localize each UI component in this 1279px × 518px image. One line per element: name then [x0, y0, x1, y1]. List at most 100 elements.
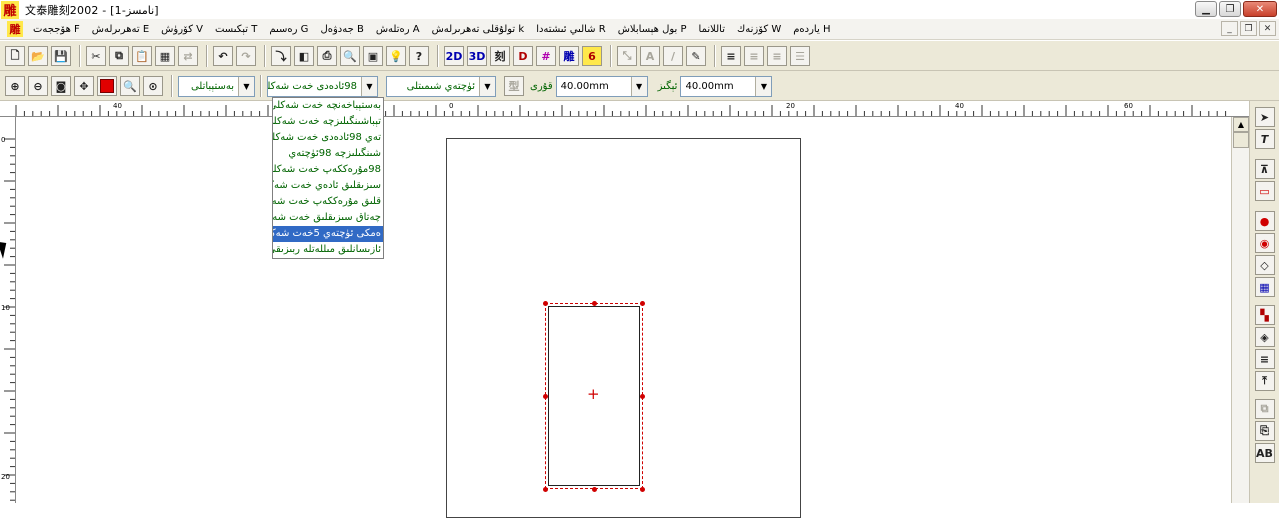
close-button[interactable]: ✕ [1243, 1, 1277, 17]
scroll-up-button[interactable]: ▲ [1233, 117, 1249, 132]
fill-tool[interactable]: ◈ [1254, 327, 1275, 347]
font-option[interactable]: ئازىسانلىق مىللەتلە ربىزىقى [273, 242, 383, 258]
align-center-button[interactable]: ≡ [744, 46, 764, 66]
pan-button[interactable]: ✥ [74, 76, 94, 96]
font-option[interactable]: بەستېباخەنچە خەت شەكلى [273, 98, 383, 114]
effect-tool[interactable]: ● [1254, 211, 1275, 231]
zoom-actual-button[interactable]: ⊙ [143, 76, 163, 96]
copy-button[interactable]: ⧉ [109, 46, 129, 66]
menu-item[interactable]: بول ھېسابلاش P [612, 20, 693, 39]
text-style-button[interactable]: 型 [504, 76, 524, 96]
menu-item[interactable]: رەسىم G [263, 20, 314, 39]
select-tool[interactable]: ➤ [1254, 107, 1275, 127]
menu-item[interactable]: تېكىست T [209, 20, 263, 39]
zoom-out-button[interactable]: ⊖ [28, 76, 48, 96]
undo-button[interactable]: ↶ [213, 46, 233, 66]
layout-button[interactable]: ▣ [363, 46, 383, 66]
font-option[interactable]: تەي 98ئادەدى خەت شەكلى [273, 130, 383, 146]
zoom-page-button[interactable]: ◙ [51, 76, 71, 96]
rectangle-tool[interactable]: ▭ [1254, 181, 1275, 201]
print-button[interactable]: ⎙ [317, 46, 337, 66]
chevron-down-icon[interactable]: ▼ [479, 76, 495, 96]
redo-button[interactable]: ↷ [236, 46, 256, 66]
format-painter-button[interactable]: ⇄ [178, 46, 198, 66]
resize-handle[interactable] [592, 487, 597, 492]
doc-restore-button[interactable]: ❐ [1240, 21, 1257, 36]
resize-handle[interactable] [640, 301, 645, 306]
resize-handle[interactable] [640, 394, 645, 399]
height-combo[interactable]: 40.00mm ▼ [680, 75, 773, 97]
text-tool[interactable]: T [1254, 129, 1275, 149]
table-tool[interactable]: ▦ [1254, 277, 1275, 297]
font-option[interactable]: 98مۇرەككەپ خەت شەكلى [273, 162, 383, 178]
width-combo[interactable]: 40.00mm ▼ [555, 75, 648, 97]
scroll-thumb[interactable] [1233, 132, 1249, 148]
font-option[interactable]: چەتاق سىزىقلىق خەت شەكلى [273, 210, 383, 226]
italic-button[interactable]: / [663, 46, 683, 66]
text-box-button[interactable]: A [640, 46, 660, 66]
font-replace-tool[interactable]: AB [1254, 443, 1275, 463]
scan-button[interactable]: ◧ [294, 46, 314, 66]
cut-button[interactable]: ✂ [86, 46, 106, 66]
font-option[interactable]: شىنگىلىزچە 98ئۈچتەي [273, 146, 383, 162]
import-image-tool[interactable]: ⎘ [1254, 421, 1275, 441]
open-button[interactable]: 📂 [28, 46, 48, 66]
shape-tool[interactable]: ◇ [1254, 255, 1275, 275]
3d-button[interactable]: 3D [467, 46, 487, 66]
menu-item[interactable]: تەھرىرلەش E [86, 20, 155, 39]
font-combo[interactable]: 98ئادەدى خەت شەكلى ▼ [267, 75, 378, 97]
edit-text-button[interactable]: ✎ [686, 46, 706, 66]
center-cross-icon[interactable]: + [587, 387, 600, 402]
resize-handle[interactable] [543, 487, 548, 492]
new-button[interactable]: 🗋 [5, 46, 25, 66]
engrave-button[interactable]: D [513, 46, 533, 66]
resize-handle[interactable] [640, 487, 645, 492]
menu-item[interactable]: كۆزنەك W [731, 20, 787, 39]
text-path-button[interactable]: ⤡ [617, 46, 637, 66]
doc-minimize-button[interactable]: _ [1221, 21, 1238, 36]
style-combo[interactable]: بەستېباتلى ▼ [178, 75, 255, 97]
menu-item[interactable]: جەدۋەل B [314, 20, 369, 39]
font-option[interactable]: تېباشىنگىلىزچە خەت شەكلى [273, 114, 383, 130]
chevron-down-icon[interactable]: ▼ [755, 76, 772, 96]
menu-item[interactable]: تولۇقلى تەھرىرلەش k [426, 20, 531, 39]
chevron-down-icon[interactable]: ▼ [630, 76, 647, 96]
chevron-down-icon[interactable]: ▼ [361, 76, 377, 96]
layers-tool[interactable]: ⧉ [1254, 399, 1275, 419]
paste-special-button[interactable]: ▦ [155, 46, 175, 66]
text-align-tool[interactable]: ≡ [1254, 349, 1275, 369]
menu-item[interactable]: ھۆججەت F [27, 20, 86, 39]
nc-button[interactable]: 6 [582, 46, 602, 66]
menu-item[interactable]: كۆرۈش V [155, 20, 209, 39]
font-type-combo[interactable]: ئۈچتەي شىمىتلى ▼ [386, 75, 496, 97]
font-option[interactable]: ەمكى ئۈچتەي 5خەت شەكلى [273, 226, 383, 242]
font-option[interactable]: قلىق مۇرەككەپ خەت شەكلى [273, 194, 383, 210]
align-justify-button[interactable]: ☰ [790, 46, 810, 66]
vertical-scrollbar[interactable]: ▲ [1231, 117, 1249, 503]
carve-button[interactable]: 雕 [559, 46, 579, 66]
hint-button[interactable]: 💡 [386, 46, 406, 66]
menu-item[interactable]: تاللانما [693, 20, 731, 39]
zoom-in-button[interactable]: ⊕ [5, 76, 25, 96]
cut-mode-button[interactable]: 刻 [490, 46, 510, 66]
chevron-down-icon[interactable]: ▼ [238, 76, 254, 96]
color-button[interactable] [97, 76, 117, 96]
paste-button[interactable]: 📋 [132, 46, 152, 66]
align-left-button[interactable]: ≡ [721, 46, 741, 66]
zoom-region-button[interactable]: 🔍 [120, 76, 140, 96]
font-option[interactable]: سىزىقلىق ئادەي خەت شەكلى [273, 178, 383, 194]
align-right-button[interactable]: ≡ [767, 46, 787, 66]
import-button[interactable]: ⤵ [271, 46, 291, 66]
drawing-canvas[interactable]: + [16, 117, 1231, 518]
palette-tool[interactable]: ▚ [1254, 305, 1275, 325]
node-edit-tool[interactable]: ⊼ [1254, 159, 1275, 179]
restore-button[interactable]: ❐ [1219, 1, 1241, 17]
help-button[interactable]: ? [409, 46, 429, 66]
print-preview-button[interactable]: 🔍 [340, 46, 360, 66]
app-icon[interactable]: 雕 [1, 0, 19, 19]
doc-close-button[interactable]: ✕ [1259, 21, 1276, 36]
minimize-button[interactable]: ▁ [1195, 1, 1217, 17]
hatch-button[interactable]: # [536, 46, 556, 66]
save-button[interactable]: 💾 [51, 46, 71, 66]
document-icon[interactable]: 雕 [7, 21, 23, 37]
